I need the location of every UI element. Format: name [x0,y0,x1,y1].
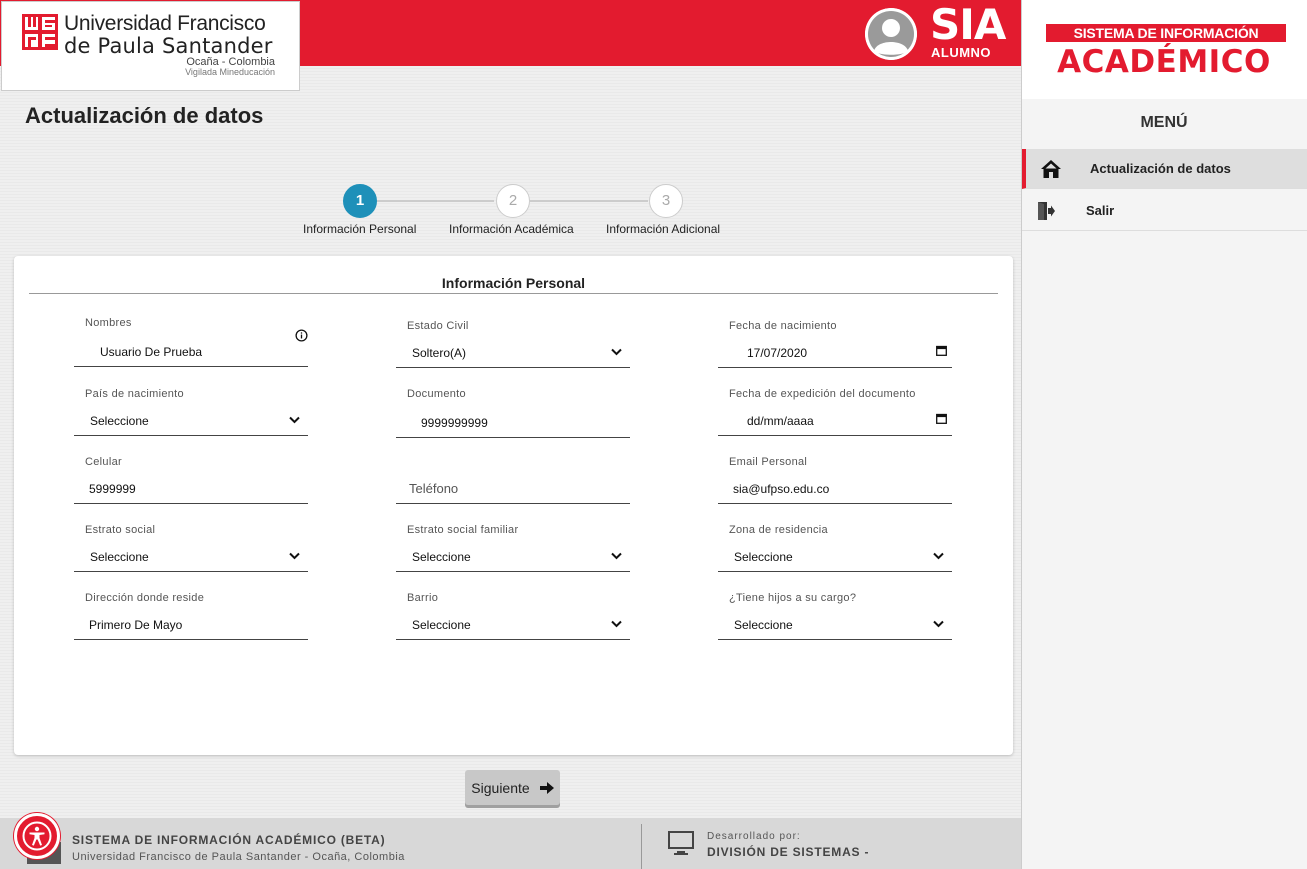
fecha-nacimiento-label: Fecha de nacimiento [729,320,837,332]
pais-nacimiento-select[interactable]: País de nacimiento Seleccione [74,388,308,443]
fecha-nacimiento-input: 17/07/2020 [718,338,952,368]
pais-nacimiento-label: País de nacimiento [85,388,184,400]
menu-title: MENÚ [1140,114,1188,131]
telefono-field[interactable]: Teléfono [396,456,630,511]
chevron-down-icon [611,620,622,628]
chevron-down-icon [289,416,300,424]
sidebar-item-actualizacion[interactable]: Actualización de datos [1022,149,1307,189]
monitor-icon [668,831,694,855]
university-logo[interactable]: Universidad Francisco de Paula Santander… [1,1,300,91]
chevron-down-icon [611,552,622,560]
estrato-label: Estrato social [85,524,156,536]
sidebar-item-label: Actualización de datos [1090,161,1231,176]
university-name-line2: de Paula Santander [64,34,273,58]
email-label: Email Personal [729,456,808,468]
page-title: Actualización de datos [25,103,264,128]
step-3-label: Información Adicional [606,222,721,236]
user-silhouette-icon [865,8,917,60]
celular-label: Celular [85,456,122,468]
stepper-connector [377,200,494,202]
celular-input: 5999999 [74,474,308,504]
sidebar-system-name: ACADÉMICO [1057,44,1271,80]
step-2-label: Información Académica [449,222,574,236]
exit-icon [1036,201,1078,221]
hijos-value: Seleccione [718,610,952,640]
estado-civil-value: Soltero(A) [396,338,630,368]
fecha-expedicion-label: Fecha de expedición del documento [729,388,916,400]
documento-field[interactable]: Documento 9999999999 [396,388,630,443]
sidebar-system-label: SISTEMA DE INFORMACIÓN [1046,24,1286,42]
card-title: Información Personal [441,275,586,291]
direccion-input: Primero De Mayo [74,610,308,640]
info-icon[interactable] [295,329,308,342]
zona-select[interactable]: Zona de residencia Seleccione [718,524,952,579]
vigilada-label: Vigilada Mineducación [185,67,275,77]
barrio-label: Barrio [407,592,439,604]
estado-civil-select[interactable]: Estado Civil Soltero(A) [396,320,630,375]
estado-civil-label: Estado Civil [407,320,469,332]
footer-title: SISTEMA DE INFORMACIÓN ACADÉMICO (BETA) [72,833,386,847]
stepper-connector [530,200,648,202]
chevron-down-icon [933,552,944,560]
direccion-label: Dirección donde reside [85,592,205,604]
zona-value: Seleccione [718,542,952,572]
celular-field[interactable]: Celular 5999999 [74,456,308,511]
estrato-familiar-value: Seleccione [396,542,630,572]
next-button[interactable]: Siguiente [465,770,560,805]
footer-divider [641,824,642,869]
estrato-select[interactable]: Estrato social Seleccione [74,524,308,579]
calendar-icon[interactable] [936,345,947,356]
arrow-right-icon [539,781,554,794]
hijos-select[interactable]: ¿Tiene hijos a su cargo? Seleccione [718,592,952,647]
fecha-expedicion-field[interactable]: Fecha de expedición del documento dd/mm/… [718,388,952,443]
accessibility-icon [22,821,52,851]
nombres-field: Nombres Usuario De Prueba [74,317,308,372]
personal-info-card: Información Personal Nombres Usuario De … [14,256,1013,755]
nombres-input[interactable]: Usuario De Prueba [74,337,308,367]
ufps-logo-icon [22,14,58,50]
sidebar-item-label: Salir [1086,203,1115,218]
developer-label: Desarrollado por: [707,831,801,842]
estrato-familiar-select[interactable]: Estrato social familiar Seleccione [396,524,630,579]
chevron-down-icon [289,552,300,560]
footer-subtitle: Universidad Francisco de Paula Santander… [72,851,405,863]
documento-label: Documento [407,388,466,400]
next-button-label: Siguiente [471,779,530,796]
home-icon [1040,159,1082,179]
step-3-indicator[interactable]: 3 [649,184,683,218]
accessibility-button[interactable] [14,813,60,859]
user-avatar[interactable] [865,8,917,60]
direccion-field[interactable]: Dirección donde reside Primero De Mayo [74,592,308,647]
estrato-familiar-label: Estrato social familiar [407,524,519,536]
chevron-down-icon [611,348,622,356]
app-subtitle: ALUMNO [931,45,992,60]
fecha-nacimiento-field[interactable]: Fecha de nacimiento 17/07/2020 [718,320,952,375]
step-2-indicator[interactable]: 2 [496,184,530,218]
telefono-input-placeholder: Teléfono [396,474,630,504]
pais-nacimiento-value: Seleccione [74,406,308,436]
email-input: sia@ufpso.edu.co [718,474,952,504]
step-1-indicator[interactable]: 1 [343,184,377,218]
university-name-line1: Universidad Francisco [64,12,266,35]
sidebar-item-salir[interactable]: Salir [1022,191,1307,231]
card-divider [29,293,998,294]
calendar-icon[interactable] [936,413,947,424]
nombres-label: Nombres [85,317,132,329]
estrato-value: Seleccione [74,542,308,572]
barrio-value: Seleccione [396,610,630,640]
documento-input: 9999999999 [396,408,630,438]
app-title: SIA [930,0,1006,49]
zona-label: Zona de residencia [729,524,828,536]
barrio-select[interactable]: Barrio Seleccione [396,592,630,647]
developer-value: DIVISIÓN DE SISTEMAS - [707,845,870,859]
hijos-label: ¿Tiene hijos a su cargo? [729,592,857,604]
chevron-down-icon [933,620,944,628]
fecha-expedicion-input: dd/mm/aaaa [718,406,952,436]
step-1-label: Información Personal [303,222,417,236]
email-field[interactable]: Email Personal sia@ufpso.edu.co [718,456,952,511]
